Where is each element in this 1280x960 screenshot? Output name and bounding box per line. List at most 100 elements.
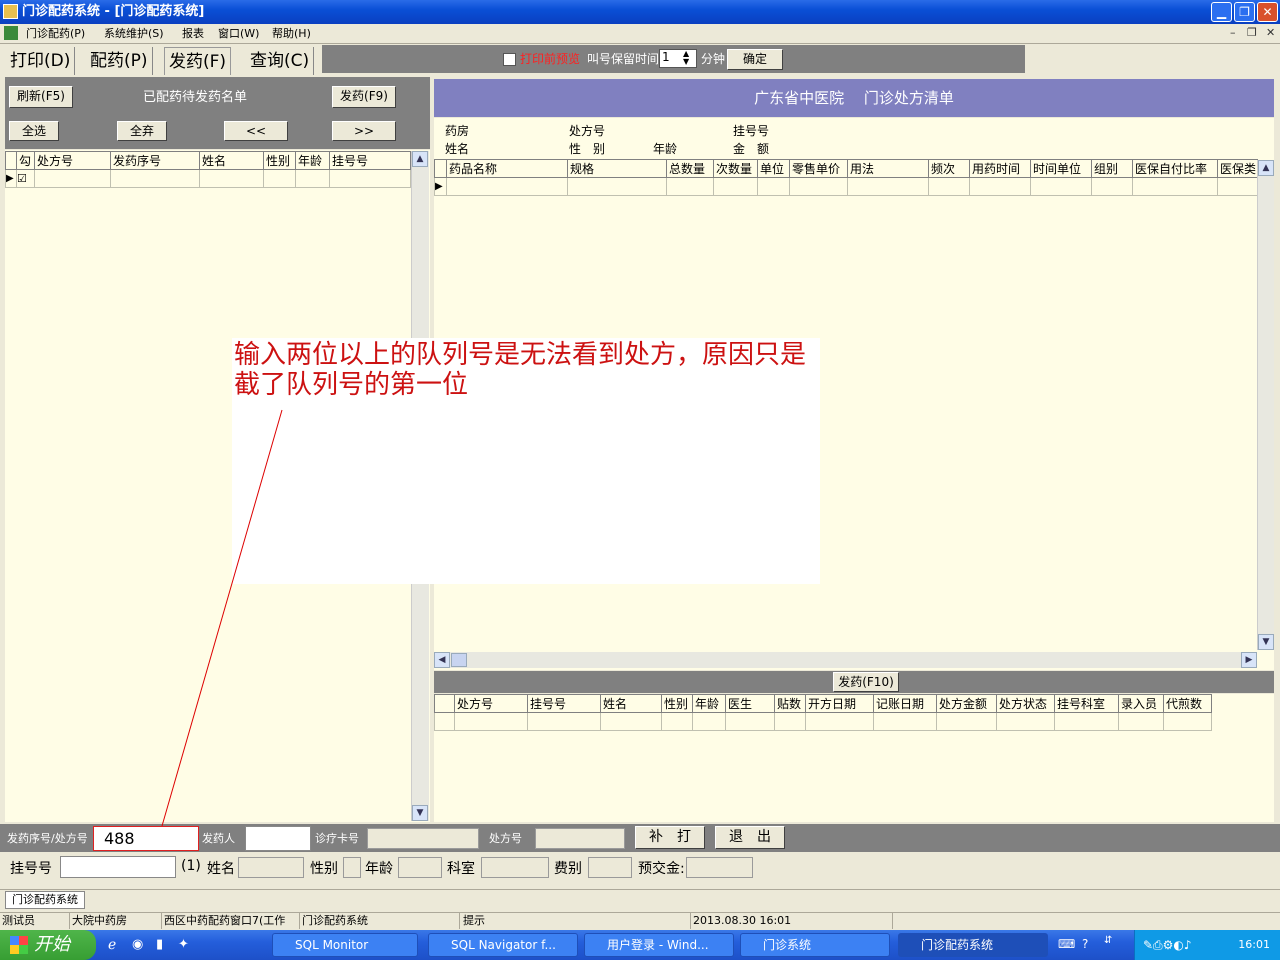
col-doctor[interactable]: 医生 — [725, 694, 775, 713]
drug-hscroll[interactable]: ◀ ▶ — [434, 652, 1257, 668]
quicklaunch-icon[interactable]: ▮ — [156, 937, 163, 952]
keep-time-input[interactable]: 1 — [659, 49, 697, 68]
menu-item-dispense[interactable]: 门诊配药(P) — [26, 24, 85, 44]
col-reg-no[interactable]: 挂号号 — [527, 694, 601, 713]
col-age[interactable]: 年龄 — [295, 151, 330, 170]
next-button[interactable]: >> — [332, 121, 396, 141]
restore-button[interactable]: ❐ — [1234, 2, 1255, 22]
drug-vscroll[interactable]: ▲ ▼ — [1257, 160, 1274, 650]
reg-no-input[interactable] — [60, 856, 176, 878]
tray-clock: 16:01 — [1238, 938, 1270, 951]
table-row[interactable]: ▶ — [434, 177, 1258, 196]
scroll-up-icon[interactable]: ▲ — [1258, 160, 1274, 176]
status-bar: 测试员 大院中药房 西区中药配药窗口7(工作 门诊配药系统 提示 2013.08… — [0, 912, 1280, 929]
col-frequency[interactable]: 频次 — [928, 159, 970, 178]
task-user-login[interactable]: 用户登录 - Wind... — [584, 933, 734, 957]
exit-button[interactable]: 退 出 — [715, 826, 785, 849]
preview-checkbox[interactable] — [503, 53, 516, 66]
rx-field — [535, 828, 625, 849]
col-rx-status[interactable]: 处方状态 — [996, 694, 1055, 713]
select-all-button[interactable]: 全选 — [9, 121, 59, 141]
tab-query[interactable]: 查询(C) — [246, 47, 315, 75]
spin-icon[interactable]: ▲ ▼ — [683, 50, 689, 66]
prev-button[interactable]: << — [224, 121, 288, 141]
col-sex[interactable]: 性别 — [661, 694, 693, 713]
task-outpatient-system[interactable]: 门诊系统 — [740, 933, 890, 957]
task-dispensing-system[interactable]: 门诊配药系统 — [898, 933, 1048, 957]
col-rx-no[interactable]: 处方号 — [34, 151, 111, 170]
scroll-down-icon[interactable]: ▼ — [412, 805, 428, 821]
col-dose-qty[interactable]: 次数量 — [713, 159, 758, 178]
scroll-thumb[interactable] — [451, 653, 467, 667]
col-self-pay-rate[interactable]: 医保自付比率 — [1132, 159, 1218, 178]
task-sql-monitor[interactable]: SQL Monitor — [272, 933, 418, 957]
scroll-down-icon[interactable]: ▼ — [1258, 634, 1274, 650]
refresh-button[interactable]: 刷新(F5) — [9, 86, 73, 108]
keyboard-icon[interactable]: ⌨ — [1058, 937, 1075, 951]
col-seq-no[interactable]: 发药序号 — [110, 151, 200, 170]
dispense-f9-button[interactable]: 发药(F9) — [332, 86, 396, 108]
col-entry-clerk[interactable]: 录入员 — [1118, 694, 1164, 713]
dispenser-input[interactable] — [245, 826, 311, 851]
col-age[interactable]: 年龄 — [692, 694, 726, 713]
col-usage[interactable]: 用法 — [847, 159, 929, 178]
col-bill-date[interactable]: 记账日期 — [873, 694, 937, 713]
col-reg-dept[interactable]: 挂号科室 — [1054, 694, 1119, 713]
col-doses[interactable]: 贴数 — [774, 694, 806, 713]
col-reg-no[interactable]: 挂号号 — [329, 151, 411, 170]
annotation-text: 输入两位以上的队列号是无法看到处方，原因只是截了队列号的第一位 — [234, 340, 807, 400]
media-icon[interactable]: ◉ — [132, 937, 143, 952]
col-name[interactable]: 姓名 — [600, 694, 662, 713]
tab-prepare[interactable]: 配药(P) — [86, 47, 153, 75]
table-row[interactable]: ▶ ☑ — [5, 169, 411, 188]
scroll-left-icon[interactable]: ◀ — [434, 652, 450, 668]
menu-item-report[interactable]: 报表 — [182, 24, 204, 44]
col-drug-name[interactable]: 药品名称 — [446, 159, 568, 178]
task-sql-navigator[interactable]: SQL Navigator f... — [428, 933, 578, 957]
col-rx-amount[interactable]: 处方金额 — [936, 694, 997, 713]
scroll-right-icon[interactable]: ▶ — [1241, 652, 1257, 668]
ok-button[interactable]: 确定 — [727, 49, 783, 70]
deselect-all-button[interactable]: 全弃 — [117, 121, 167, 141]
col-time-unit[interactable]: 时间单位 — [1030, 159, 1092, 178]
scroll-up-icon[interactable]: ▲ — [412, 151, 428, 167]
col-spec[interactable]: 规格 — [567, 159, 667, 178]
table-row[interactable] — [434, 712, 1212, 731]
col-sex[interactable]: 性别 — [263, 151, 296, 170]
preview-label: 打印前预览 — [520, 52, 581, 66]
menu-item-maintenance[interactable]: 系统维护(S) — [104, 24, 164, 44]
menu-item-window[interactable]: 窗口(W) — [218, 24, 259, 44]
col-rx-date[interactable]: 开方日期 — [805, 694, 874, 713]
mdi-minimize-icon[interactable]: – — [1230, 26, 1236, 39]
col-unit[interactable]: 单位 — [757, 159, 790, 178]
close-button[interactable]: ✕ — [1257, 2, 1278, 22]
col-group[interactable]: 组别 — [1091, 159, 1133, 178]
minimize-button[interactable]: ▁ — [1211, 2, 1232, 22]
status-system: 门诊配药系统 — [302, 913, 460, 929]
col-name[interactable]: 姓名 — [199, 151, 264, 170]
col-med-time[interactable]: 用药时间 — [969, 159, 1031, 178]
col-unit-price[interactable]: 零售单价 — [789, 159, 848, 178]
col-check[interactable]: 勾 — [16, 151, 35, 170]
tab-print[interactable]: 打印(D) — [6, 47, 76, 75]
mdi-close-icon[interactable]: ✕ — [1266, 26, 1275, 39]
dispense-f10-button[interactable]: 发药(F10) — [833, 672, 899, 692]
status-window: 西区中药配药窗口7(工作 — [164, 913, 300, 929]
ime-icon[interactable]: ⇵ — [1104, 935, 1112, 946]
menu-item-help[interactable]: 帮助(H) — [272, 24, 311, 44]
col-insurance-type[interactable]: 医保类 — [1217, 159, 1258, 178]
mdi-restore-icon[interactable]: ❐ — [1247, 26, 1257, 39]
tab-dispense[interactable]: 发药(F) — [164, 47, 232, 75]
age-label: 年龄 — [653, 142, 678, 156]
col-rx-no[interactable]: 处方号 — [454, 694, 528, 713]
help-icon[interactable]: ? — [1082, 937, 1088, 951]
seq-input[interactable]: 488 — [93, 826, 199, 851]
ie-icon[interactable]: ℯ — [108, 937, 116, 953]
navigator-icon[interactable]: ✦ — [178, 937, 189, 952]
col-total-qty[interactable]: 总数量 — [666, 159, 714, 178]
doc-tab[interactable]: 门诊配药系统 — [5, 891, 85, 909]
row-checkbox[interactable]: ☑ — [16, 169, 35, 188]
col-decoct-count[interactable]: 代煎数 — [1163, 694, 1212, 713]
tray-icons[interactable]: ✎⎙⚙◐♪ — [1143, 930, 1192, 960]
reprint-button[interactable]: 补 打 — [635, 826, 705, 849]
